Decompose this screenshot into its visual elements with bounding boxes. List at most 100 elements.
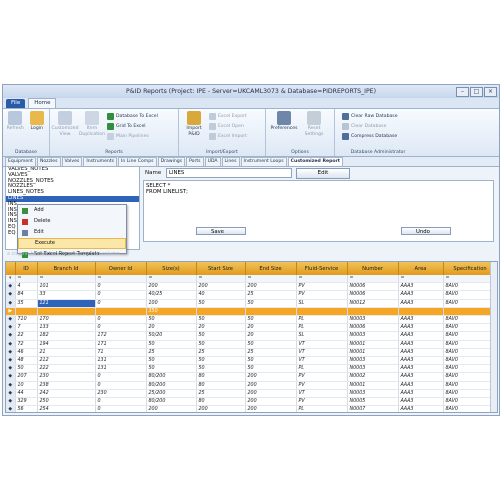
table-cell[interactable]: 131 (95, 356, 147, 366)
excel-open-button[interactable]: Excel Open (209, 122, 247, 130)
table-cell[interactable]: N0005 (347, 397, 399, 407)
current-row-indicator-icon[interactable]: ▶ (6, 307, 16, 317)
table-cell[interactable]: N0006 (347, 323, 399, 333)
filter-cell[interactable]: = (15, 275, 38, 284)
table-row[interactable]: ◆ 22 182 172 50/20 50 20 SL N0003 AAA3 8AV0 (6, 331, 497, 341)
database-to-excel-button[interactable]: Database To Excel (107, 112, 158, 120)
name-field[interactable]: LINES (166, 168, 292, 178)
table-row[interactable]: ◆ 10 238 0 80/200 80 200 PV N0001 AAA3 8AV0 (6, 381, 497, 390)
tab-file[interactable]: File (6, 99, 26, 108)
table-cell[interactable]: 4 (15, 282, 38, 292)
table-cell[interactable]: 50 (146, 315, 197, 325)
table-cell[interactable]: SL (296, 331, 348, 341)
menu-item-add[interactable]: Add (18, 205, 126, 216)
table-cell[interactable]: 0 (95, 315, 147, 325)
table-cell[interactable]: 230 (95, 389, 147, 399)
table-cell[interactable]: 72 (15, 340, 38, 349)
table-cell[interactable]: 25 (196, 348, 246, 358)
table-cell[interactable]: AAA3 (398, 323, 444, 333)
table-cell[interactable]: 8AV0 (443, 348, 497, 358)
vertical-scrollbar[interactable] (490, 262, 497, 412)
table-cell[interactable] (347, 307, 399, 317)
table-cell[interactable]: PV (296, 397, 348, 407)
row-selector-icon[interactable]: ◆ (6, 323, 16, 333)
table-cell[interactable]: 8AV0 (443, 381, 497, 390)
table-cell[interactable]: 172 (95, 331, 147, 341)
maximize-icon[interactable]: □ (470, 87, 483, 97)
table-cell[interactable]: 250 (37, 397, 96, 407)
table-cell[interactable]: 0 (95, 381, 147, 390)
table-cell[interactable]: 8AV0 (443, 340, 497, 349)
table-cell[interactable]: 80/200 (146, 397, 197, 407)
table-cell[interactable] (15, 307, 38, 317)
tab-ports[interactable]: Ports (186, 157, 204, 166)
table-cell[interactable]: N0001 (347, 348, 399, 358)
table-cell[interactable]: 8AV0 (443, 282, 497, 292)
table-row[interactable]: ◆ 56 254 0 200 200 200 PL N0007 AAA3 8AV0 (6, 405, 497, 412)
table-cell[interactable]: 50 (146, 340, 197, 349)
table-cell[interactable]: VT (296, 340, 348, 349)
table-cell[interactable]: 25/200 (146, 389, 197, 399)
table-cell[interactable]: 50 (15, 364, 38, 374)
undo-button[interactable]: Undo (401, 227, 451, 235)
table-cell[interactable]: VT (296, 348, 348, 358)
row-selector-icon[interactable]: ◆ (6, 381, 16, 390)
table-cell[interactable]: AAA3 (398, 372, 444, 382)
row-selector-icon[interactable]: ◆ (6, 364, 16, 374)
table-row[interactable]: ◆ 710 170 0 50 50 50 PL N0003 AAA3 8AV0 (6, 315, 497, 325)
table-cell[interactable] (443, 307, 497, 317)
table-cell[interactable]: 20 (245, 323, 297, 333)
table-cell[interactable]: 238 (37, 381, 96, 390)
menu-item-delete[interactable]: Delete (18, 216, 126, 227)
filter-cell[interactable]: = (95, 275, 147, 284)
table-cell[interactable]: 50 (196, 364, 246, 374)
table-cell[interactable]: AAA3 (398, 364, 444, 374)
table-cell[interactable]: 8AV0 (443, 405, 497, 412)
table-cell[interactable]: 50 (146, 356, 197, 366)
close-icon[interactable]: × (484, 87, 497, 97)
filter-cell[interactable]: = (398, 275, 444, 284)
table-cell[interactable]: AAA3 (398, 290, 444, 300)
table-cell[interactable]: 222 (37, 364, 96, 374)
table-cell[interactable]: 131 (95, 364, 147, 374)
table-row[interactable]: ◆ 84 33 0 40/25 40 25 PV N0006 AAA3 8AV0 (6, 290, 497, 300)
row-selector-icon[interactable]: ◆ (6, 405, 16, 412)
table-cell[interactable]: 25 (146, 348, 197, 358)
row-selector-icon[interactable]: ◆ (6, 331, 16, 341)
table-cell[interactable]: 0 (95, 323, 147, 333)
tab-customized-report[interactable]: Customized Report (287, 157, 343, 166)
column-header[interactable]: ID (15, 262, 38, 275)
table-cell[interactable]: N0002 (347, 372, 399, 382)
table-cell[interactable]: 200 (196, 405, 246, 412)
table-cell[interactable]: 200 (146, 282, 197, 292)
table-cell[interactable]: 21 (37, 348, 96, 358)
table-cell[interactable]: 20 (196, 323, 246, 333)
table-cell[interactable]: AAA3 (398, 340, 444, 349)
table-cell[interactable]: 50 (196, 315, 246, 325)
edit-button[interactable]: Edit (296, 168, 350, 179)
table-cell[interactable]: 207 (15, 372, 38, 382)
menu-item-execute[interactable]: Execute (18, 238, 126, 249)
table-cell[interactable]: 50/20 (146, 331, 197, 341)
tab-in-line-comps[interactable]: In Line Comps (118, 157, 157, 166)
table-cell[interactable]: 8AV0 (443, 315, 497, 325)
tab-nozzles[interactable]: Nozzles (36, 157, 61, 166)
table-cell[interactable]: 200 (245, 405, 297, 412)
tab-home[interactable]: Home (28, 98, 57, 108)
filter-cell[interactable]: = (347, 275, 399, 284)
table-cell[interactable]: N0001 (347, 381, 399, 390)
table-cell[interactable]: 44 (15, 389, 38, 399)
tab-uda[interactable]: UDA (204, 157, 221, 166)
table-cell[interactable]: 80/200 (146, 372, 197, 382)
compress-database-button[interactable]: Compress Database (342, 132, 398, 140)
table-cell[interactable]: 46 (15, 348, 38, 358)
table-cell[interactable]: 71 (95, 348, 147, 358)
table-cell[interactable]: 50 (196, 340, 246, 349)
column-header[interactable]: Owner Id (95, 262, 147, 275)
table-cell[interactable]: 121 (37, 299, 96, 308)
column-header[interactable]: Start Size (196, 262, 246, 275)
row-selector-icon[interactable]: ◆ (6, 397, 16, 407)
table-row[interactable]: ◆ 44 242 230 25/200 25 200 VT N0003 AAA3 8AV0 (6, 389, 497, 399)
table-cell[interactable]: 25 (196, 389, 246, 399)
table-row[interactable]: ◆ 48 212 131 50 50 50 VT N0003 AAA3 8AV0 (6, 356, 497, 366)
